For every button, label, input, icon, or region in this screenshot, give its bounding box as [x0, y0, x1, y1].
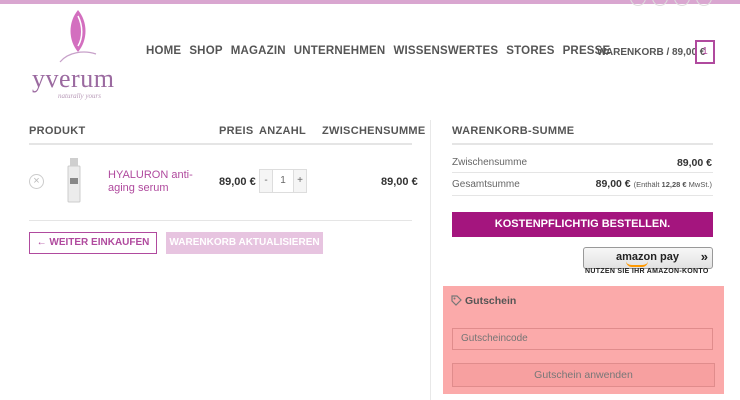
- continue-shopping-button[interactable]: ← WEITER EINKAUFEN: [29, 232, 157, 254]
- total-value: 89,00 €: [595, 178, 631, 190]
- product-image[interactable]: [62, 158, 86, 204]
- total-value-line: 89,00 € (Enthält 12,28 € MwSt.): [596, 178, 712, 190]
- cart-link[interactable]: WARENKORB / 89,00 €: [597, 47, 705, 58]
- header-qty: ANZAHL: [259, 125, 307, 137]
- top-accent-bar: [0, 0, 740, 4]
- place-order-button[interactable]: KOSTENPFLICHTIG BESTELLEN.: [452, 212, 713, 237]
- social-icon[interactable]: [696, 0, 712, 6]
- nav-item-home[interactable]: HOME: [146, 45, 181, 57]
- nav-item-shop[interactable]: SHOP: [189, 45, 222, 57]
- social-icon[interactable]: [652, 0, 668, 6]
- qty-plus-button[interactable]: +: [293, 169, 307, 193]
- total-label: Gesamtsumme: [452, 179, 520, 190]
- nav-item-unternehmen[interactable]: UNTERNEHMEN: [294, 45, 386, 57]
- cart-count-badge[interactable]: 1: [695, 40, 715, 64]
- totals-footer-divider: [452, 195, 713, 196]
- tax-suffix: MwSt.): [688, 180, 712, 189]
- tax-note: (Enthält 12,28 € MwSt.): [634, 180, 712, 189]
- product-name-link[interactable]: HYALURON anti-aging serum: [108, 169, 213, 195]
- header-product: PRODUKT: [29, 125, 86, 137]
- logo-text: yverum: [32, 64, 115, 93]
- qty-input[interactable]: 1: [273, 169, 293, 193]
- tax-prefix: (Enthält: [633, 180, 660, 189]
- nav-item-wissenswertes[interactable]: WISSENSWERTES: [393, 45, 498, 57]
- item-price: 89,00 €: [219, 176, 256, 188]
- update-cart-button[interactable]: WARENKORB AKTUALISIEREN: [166, 232, 323, 254]
- totals-row-divider: [452, 172, 713, 173]
- nav-item-stores[interactable]: STORES: [506, 45, 554, 57]
- header-subtotal: ZWISCHENSUMME: [322, 125, 426, 137]
- coupon-code-input[interactable]: [452, 328, 713, 350]
- cart-totals-title: WARENKORB-SUMME: [452, 125, 575, 137]
- apply-coupon-button[interactable]: Gutschein anwenden: [452, 363, 715, 387]
- tax-amount: 12,28 €: [661, 180, 687, 189]
- chevron-right-icon: »: [700, 249, 708, 264]
- amazon-smile-icon: [626, 261, 648, 267]
- subtotal-value: 89,00 €: [676, 157, 712, 169]
- main-nav: HOME SHOP MAGAZIN UNTERNEHMEN WISSENSWER…: [146, 45, 610, 57]
- column-divider: [430, 120, 431, 400]
- social-icon[interactable]: [630, 0, 646, 6]
- totals-header-divider: [452, 143, 713, 145]
- header-price: PREIS: [219, 125, 254, 137]
- logo-tagline: naturally yours: [58, 92, 101, 100]
- coupon-title: Gutschein: [465, 295, 517, 307]
- table-header-divider: [29, 143, 412, 145]
- social-icon[interactable]: [674, 0, 690, 6]
- tag-icon: [451, 295, 462, 306]
- logo-leaf-icon: [59, 10, 97, 63]
- social-icons: [630, 0, 712, 6]
- remove-item-button[interactable]: ×: [29, 174, 44, 189]
- nav-item-magazin[interactable]: MAGAZIN: [231, 45, 286, 57]
- item-subtotal: 89,00 €: [381, 176, 418, 188]
- quantity-stepper: - 1 +: [259, 169, 307, 193]
- logo[interactable]: yverum naturally yours: [28, 8, 128, 100]
- subtotal-label: Zwischensumme: [452, 157, 528, 168]
- table-footer-divider: [29, 220, 412, 221]
- amazon-pay-subtext: NUTZEN SIE IHR AMAZON-KONTO: [585, 268, 709, 275]
- qty-minus-button[interactable]: -: [259, 169, 273, 193]
- amazon-pay-button[interactable]: amazon pay »: [583, 247, 713, 269]
